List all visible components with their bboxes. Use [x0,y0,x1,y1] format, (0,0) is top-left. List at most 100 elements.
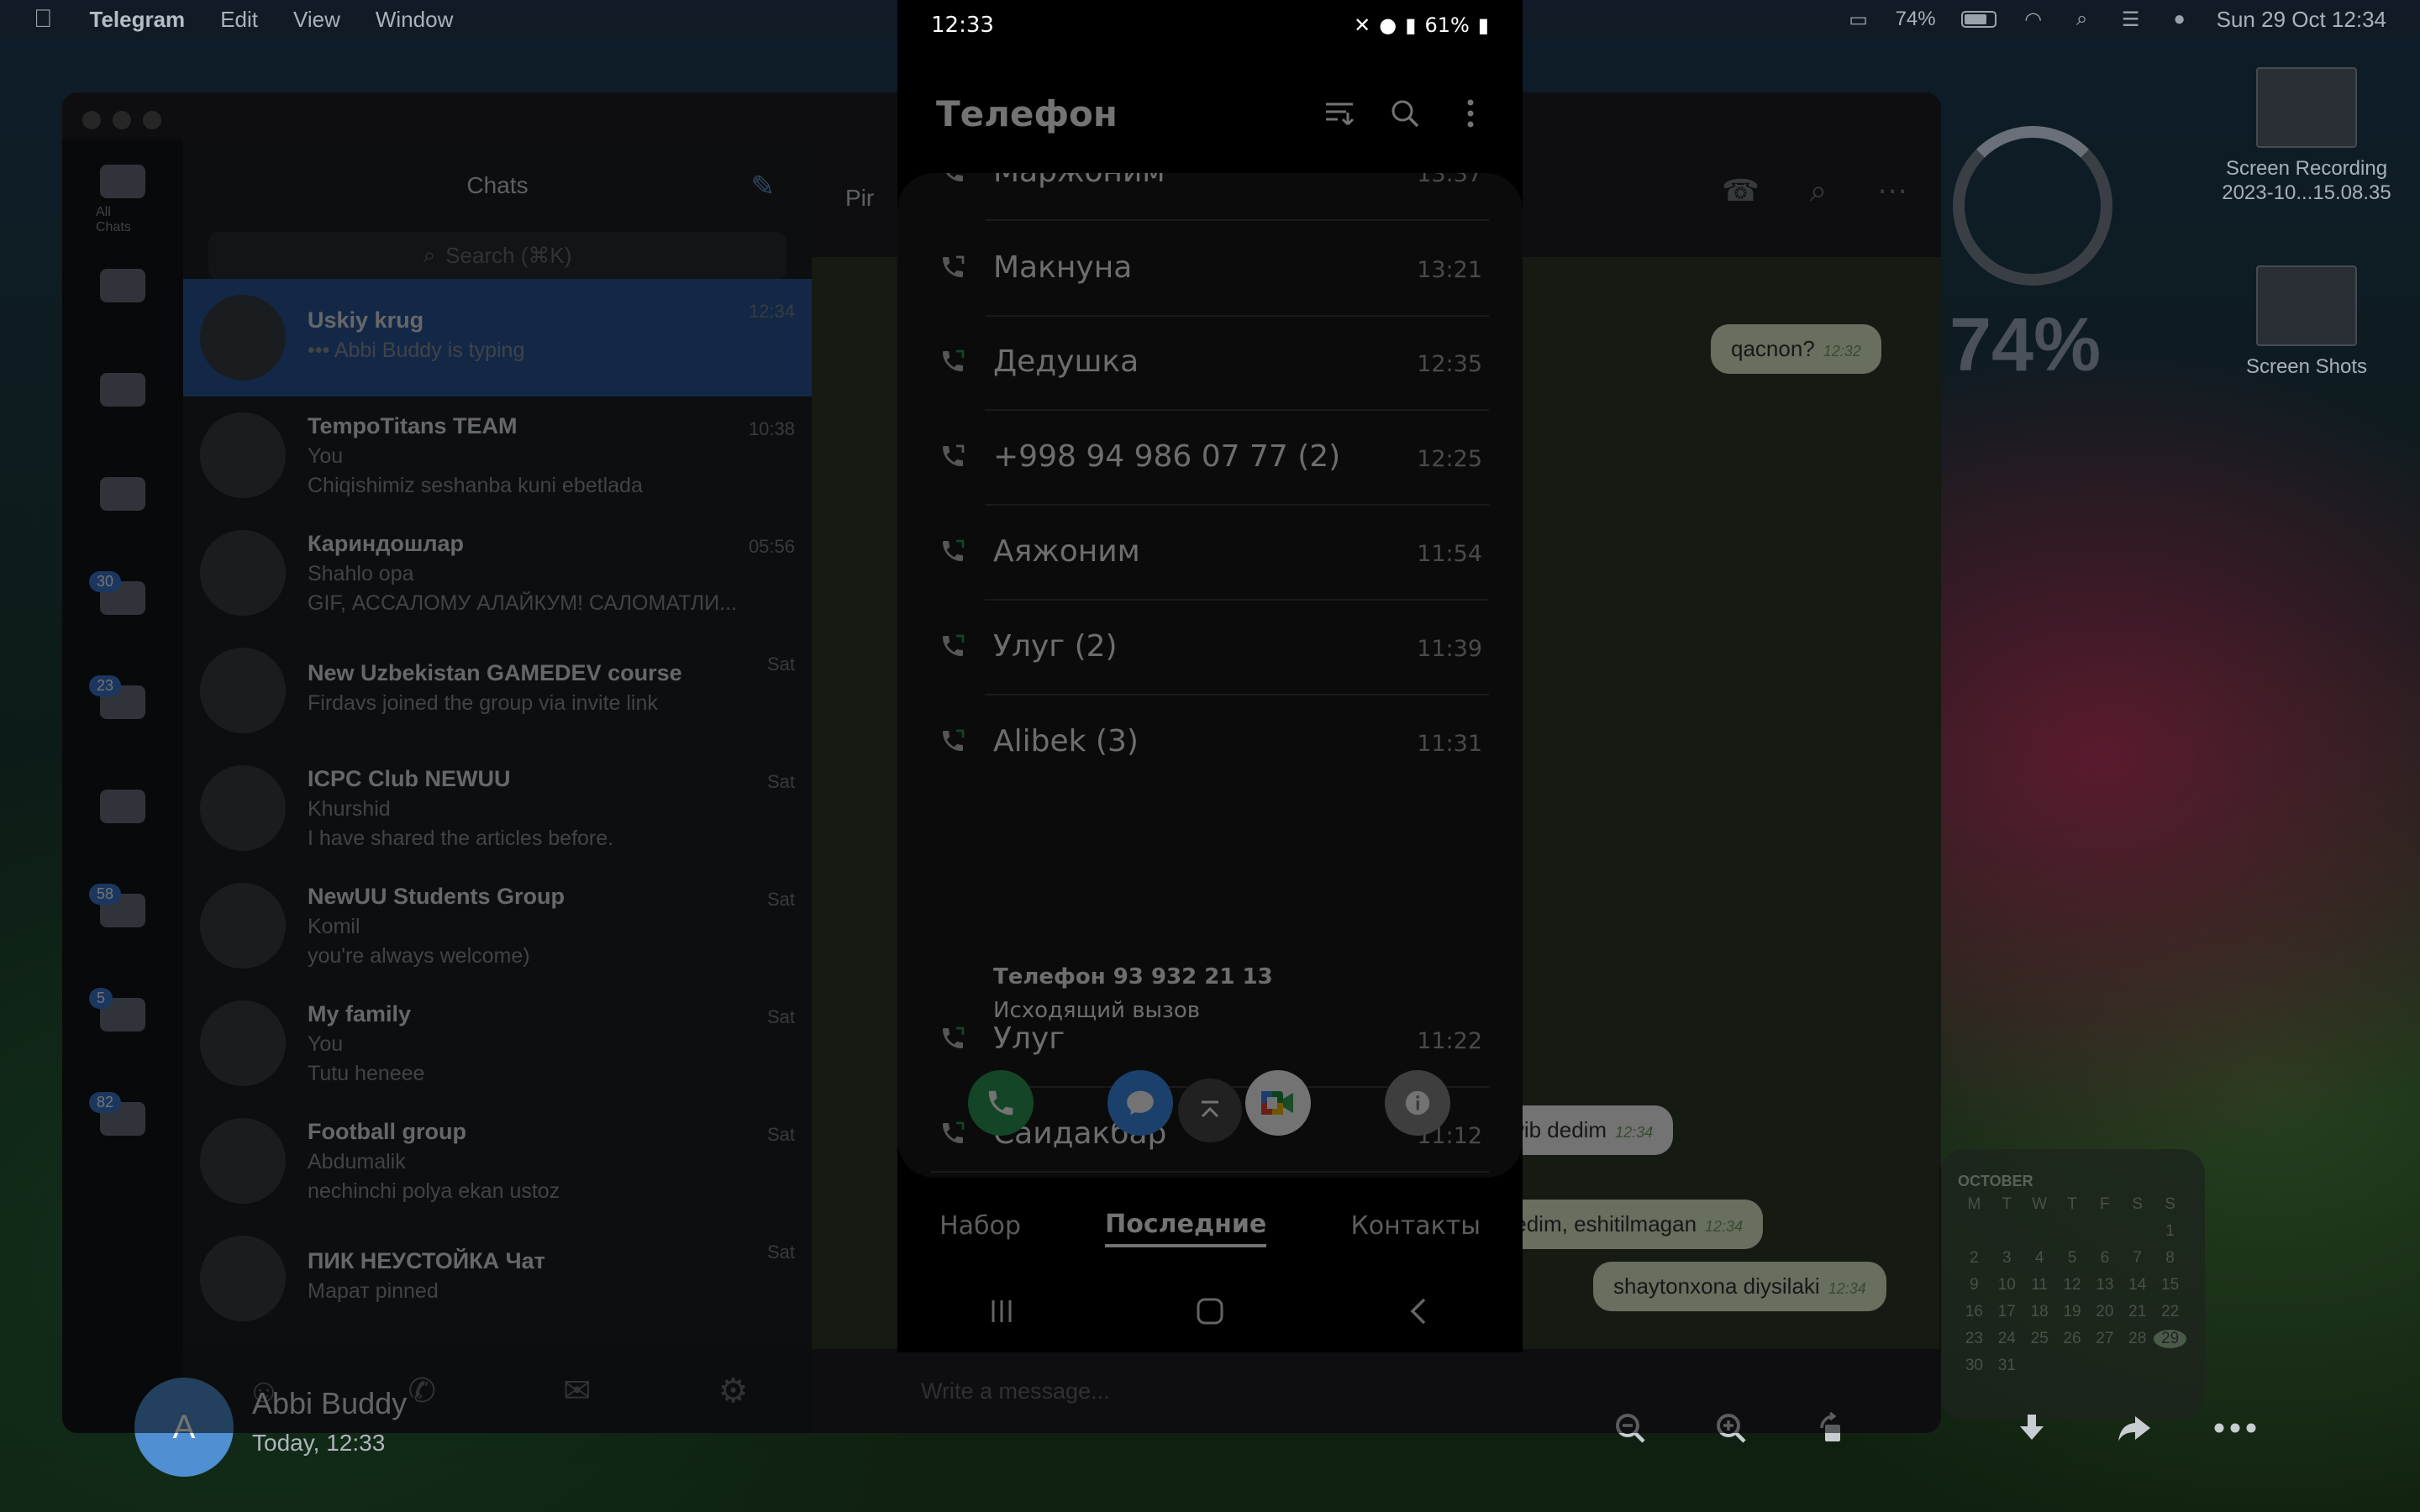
message-bubble[interactable]: shaytonxona diysilaki 12:34 [1593,1262,1886,1311]
home-icon[interactable] [1185,1286,1235,1336]
more-icon[interactable] [2212,1404,2259,1452]
sender-name[interactable]: Abbi Buddy [252,1386,407,1421]
file-thumbnail [2256,67,2357,148]
chat-list-item[interactable]: Football group Abdumalik nechinchi polya e… [183,1102,812,1220]
video-call-icon[interactable] [1245,1070,1311,1136]
calendar-day: 23 [1965,1330,1983,1347]
folder-icon [100,373,145,407]
chat-avatar [200,295,286,381]
info-icon[interactable] [1385,1070,1450,1136]
compose-icon[interactable]: ✎ [751,170,776,203]
window-controls [82,111,161,129]
chat-search-input[interactable]: ⌕ Search (⌘K) [208,232,786,279]
control-center-icon[interactable]: ☰ [2119,8,2143,31]
folder-item[interactable]: 30 [89,571,150,657]
folder-item[interactable] [96,790,150,865]
incoming-call-icon [939,348,966,375]
phone-screenshot: 12:33 ✕ ● ▮ 61% ▮ Телефон Маржоним13:37М… [897,0,1523,1352]
incoming-call-icon [939,727,966,754]
chat-list-item[interactable]: ICPC Club NEWUU Khurshid I have shared the… [183,749,812,867]
folder-item[interactable]: 5 [89,988,150,1074]
wifi-icon[interactable]: ◠ [2022,8,2045,31]
folder-thumbnail [2256,265,2357,346]
tab-contacts[interactable]: Контакты [1350,1211,1480,1246]
chat-last-message: Chiqishimiz seshanba kuni ebetlada [308,473,643,497]
recent-apps-icon[interactable] [976,1286,1027,1336]
zoom-window-button[interactable] [143,111,161,129]
folder-item[interactable]: 82 [89,1092,150,1178]
call-log-item[interactable]: Alibek (3) 11:31 [897,696,1523,790]
folder-item[interactable] [96,373,150,449]
chat-time: Sat [766,1242,795,1263]
tab-keypad[interactable]: Набор [939,1211,1021,1246]
expanded-call-type: Исходящий вызов [993,998,1201,1023]
folder-all-chats[interactable]: All Chats [96,165,150,240]
calendar-blank [1958,1222,1991,1241]
chat-list-item[interactable]: My family You Tutu heneee Sat [183,984,812,1102]
call-log-item[interactable]: Улуг (2) 11:39 [897,601,1523,696]
message-time: 12:34 [1705,1218,1744,1235]
chat-list-item[interactable]: New Uzbekistan GAMEDEV course Firdavs joi… [183,632,812,749]
message-bubble[interactable]: qacnon? 12:32 [1711,324,1881,374]
menu-window[interactable]: Window [376,7,453,33]
zoom-out-icon[interactable] [1607,1404,1654,1452]
rotate-icon[interactable] [1808,1404,1855,1452]
call-log-item[interactable]: +998 94 986 07 77 (2) 12:25 [897,411,1523,506]
desktop-file-recording[interactable]: Screen Recording 2023-10...15.08.35 [2210,67,2403,205]
chat-list-item[interactable]: ПИК НЕУСТОЙКА Чат Марат pinned Sat [183,1220,812,1337]
battery-icon[interactable] [1960,11,1996,28]
call-log-item[interactable]: Макнуна 13:21 [897,222,1523,317]
download-icon[interactable] [2008,1404,2055,1452]
call-icon[interactable]: ☎ [1722,173,1760,209]
calendar-weekday: S [2165,1195,2175,1213]
status-icons: ✕ ● ▮ 61% ▮ [1354,13,1489,37]
chat-time: Sat [766,1006,795,1027]
chat-list-item[interactable]: TempoTitans TEAM You Chiqishimiz seshanba … [183,396,812,514]
folder-item[interactable] [96,269,150,344]
apple-menu-icon[interactable]:  [34,5,53,34]
folder-item[interactable] [96,477,150,553]
scroll-to-top-button[interactable] [1178,1079,1242,1142]
chat-last-message: I have shared the articles before. [308,826,614,850]
desktop-folder-screenshots[interactable]: Screen Shots [2210,265,2403,379]
close-window-button[interactable] [82,111,101,129]
siri-icon[interactable]: ● [2168,8,2191,31]
chat-time: 10:38 [748,418,795,439]
back-icon[interactable] [1393,1286,1444,1336]
unread-badge: 23 [89,675,122,696]
minimize-window-button[interactable] [113,111,131,129]
filter-icon[interactable] [1321,95,1358,132]
search-icon[interactable]: ⌕ [1810,173,1827,209]
call-log-item[interactable]: Аяжоним 11:54 [897,506,1523,601]
conversation-title[interactable]: Pir [845,185,874,212]
zoom-in-icon[interactable] [1707,1404,1754,1452]
menubar-clock[interactable]: Sun 29 Oct 12:34 [2217,7,2386,33]
spotlight-search-icon[interactable]: ⌕ [2070,8,2094,31]
message-button[interactable] [1107,1070,1173,1136]
chat-preview: Football group Abdumalik nechinchi polya e… [308,1119,795,1204]
calendar-day: 12 [2063,1276,2081,1294]
call-log-item[interactable]: Дедушка 12:35 [897,316,1523,411]
chat-avatar [200,765,286,851]
menu-app-name[interactable]: Telegram [90,7,186,33]
chat-list-item[interactable]: Кариндошлар Shahlo opa GIF, АССАЛОМУ АЛАЙК… [183,514,812,632]
chat-preview: ПИК НЕУСТОЙКА Чат Марат pinned [308,1248,795,1309]
more-icon[interactable]: ⋯ [1877,173,1907,209]
avatar[interactable]: A [134,1378,234,1477]
menu-edit[interactable]: Edit [220,7,258,33]
menu-view[interactable]: View [293,7,340,33]
folder-item[interactable]: 58 [89,884,150,969]
screen-icon[interactable]: ▭ [1847,8,1870,31]
search-icon[interactable] [1386,95,1423,132]
status-battery: 61% [1424,13,1470,37]
chat-time: 05:56 [748,536,795,557]
forward-icon[interactable] [2111,1404,2158,1452]
tab-recents[interactable]: Последние [1105,1210,1267,1247]
chat-list-item[interactable]: Uskiy krug ••• Abbi Buddy is typing 12:34 [183,279,812,396]
chat-list-item[interactable]: NewUU Students Group Komil you're always w… [183,867,812,984]
folder-item[interactable]: 23 [89,675,150,761]
calendar-day: 27 [2096,1330,2114,1347]
call-log-item[interactable]: Маржоним 13:37 [897,173,1523,221]
call-button[interactable] [968,1070,1034,1136]
more-options-icon[interactable] [1452,95,1489,132]
